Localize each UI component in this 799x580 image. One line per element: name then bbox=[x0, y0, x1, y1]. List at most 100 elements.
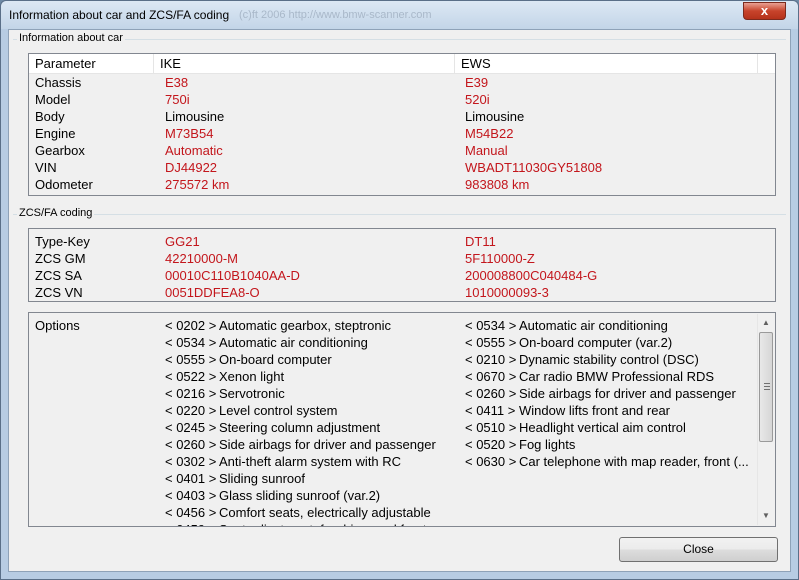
options-list[interactable]: Options < 0202 > Automatic gearbox, stept… bbox=[28, 312, 776, 527]
car-info-ike-value: 275572 km bbox=[165, 177, 230, 192]
options-scrollbar[interactable]: ▲ ▼ bbox=[757, 314, 774, 525]
car-info-param: Odometer bbox=[35, 177, 93, 192]
car-info-ike-value: DJ44922 bbox=[165, 160, 218, 175]
zcs-ews-value: 5F110000-Z bbox=[465, 251, 535, 266]
scroll-thumb[interactable] bbox=[759, 332, 773, 442]
option-code: < 0202 > bbox=[165, 318, 217, 333]
window-title-ghost: (c)ft 2006 http://www.bmw-scanner.com bbox=[239, 9, 432, 21]
zcs-param: ZCS SA bbox=[35, 268, 82, 283]
car-info-ews-value: M54B22 bbox=[465, 126, 514, 141]
car-info-ike-value: M73B54 bbox=[165, 126, 214, 141]
zcs-group-label: ZCS/FA coding bbox=[17, 207, 95, 219]
option-text: Steering column adjustment bbox=[219, 420, 381, 435]
option-code: < 0210 > bbox=[465, 352, 517, 367]
zcs-group-line bbox=[13, 214, 786, 215]
option-item-ews: < 0260 > Side airbags for driver and pass… bbox=[465, 385, 736, 402]
option-code: < 0401 > bbox=[165, 471, 217, 486]
option-text: Seat adjustment, for driver and front p bbox=[219, 522, 437, 526]
option-text: Headlight vertical aim control bbox=[519, 420, 686, 435]
option-item-ike: < 0534 > Automatic air conditioning bbox=[165, 334, 368, 351]
option-text: Sliding sunroof bbox=[219, 471, 305, 486]
title-bar[interactable]: Information about car and ZCS/FA coding … bbox=[1, 1, 798, 29]
option-code: < 0520 > bbox=[465, 437, 517, 452]
option-code: < 0534 > bbox=[165, 335, 217, 350]
zcs-ike-value: 42210000-M bbox=[165, 251, 238, 266]
scroll-grip-line bbox=[764, 389, 770, 390]
car-info-param: Gearbox bbox=[35, 143, 85, 158]
car-info-ike-value: 750i bbox=[165, 92, 190, 107]
option-item-ews: < 0411 > Window lifts front and rear bbox=[465, 402, 670, 419]
option-item-ews: < 0630 > Car telephone with map reader, f… bbox=[465, 453, 749, 470]
option-item-ike: < 0302 > Anti-theft alarm system with RC bbox=[165, 453, 401, 470]
option-code: < 0555 > bbox=[465, 335, 517, 350]
option-code: < 0411 > bbox=[465, 403, 516, 418]
option-code: < 0555 > bbox=[165, 352, 217, 367]
car-info-list[interactable]: Parameter IKE EWS Chassis E38 E39 Model 750i… bbox=[28, 53, 776, 196]
car-info-param: Model bbox=[35, 92, 71, 107]
option-item-ews: < 0510 > Headlight vertical aim control bbox=[465, 419, 686, 436]
option-code: < 0216 > bbox=[165, 386, 217, 401]
option-code: < 0522 > bbox=[165, 369, 217, 384]
car-info-param: VIN bbox=[35, 160, 57, 175]
option-item-ike: < 0456 > Comfort seats, electrically adju… bbox=[165, 504, 431, 521]
option-text: Comfort seats, electrically adjustable bbox=[219, 505, 431, 520]
close-button[interactable]: Close bbox=[619, 537, 778, 562]
option-text: Automatic air conditioning bbox=[219, 335, 368, 350]
column-header-parameter[interactable]: Parameter bbox=[29, 54, 154, 73]
car-info-ike-value: Automatic bbox=[165, 143, 223, 158]
option-code: < 0302 > bbox=[165, 454, 217, 469]
option-item-ews: < 0534 > Automatic air conditioning bbox=[465, 317, 668, 334]
option-code: < 0245 > bbox=[165, 420, 217, 435]
car-info-ike-value: Limousine bbox=[165, 109, 225, 124]
scroll-down-icon[interactable]: ▼ bbox=[758, 507, 774, 524]
option-item-ike: < 0245 > Steering column adjustment bbox=[165, 419, 380, 436]
option-text: Dynamic stability control (DSC) bbox=[519, 352, 699, 367]
zcs-ike-value: GG21 bbox=[165, 234, 200, 249]
scroll-grip-line bbox=[764, 386, 770, 387]
zcs-ews-value: 1010000093-3 bbox=[465, 285, 549, 300]
option-item-ews: < 0670 > Car radio BMW Professional RDS bbox=[465, 368, 714, 385]
option-text: Side airbags for driver and passenger bbox=[219, 437, 436, 452]
option-code: < 0534 > bbox=[465, 318, 517, 333]
option-text: Automatic air conditioning bbox=[519, 318, 668, 333]
car-info-ews-value: Limousine bbox=[465, 109, 525, 124]
option-item-ews: < 0520 > Fog lights bbox=[465, 436, 575, 453]
option-text: On-board computer bbox=[219, 352, 332, 367]
option-text: Car radio BMW Professional RDS bbox=[519, 369, 715, 384]
zcs-ike-value: 00010C110B1040AA-D bbox=[165, 268, 300, 283]
car-info-group-label: Information about car bbox=[17, 32, 125, 44]
dialog-window: Information about car and ZCS/FA coding … bbox=[0, 0, 799, 580]
scroll-up-icon[interactable]: ▲ bbox=[758, 314, 774, 331]
option-code: < 0403 > bbox=[165, 488, 217, 503]
zcs-param: Type-Key bbox=[35, 234, 90, 249]
car-info-ike-value: E38 bbox=[165, 75, 189, 90]
option-code: < 0670 > bbox=[465, 369, 517, 384]
option-item-ike: < 0260 > Side airbags for driver and pass… bbox=[165, 436, 436, 453]
car-info-ews-value: WBADT11030GY51808 bbox=[465, 160, 603, 175]
option-text: Anti-theft alarm system with RC bbox=[219, 454, 402, 469]
car-info-ews-value: E39 bbox=[465, 75, 489, 90]
zcs-list[interactable]: Type-Key GG21 DT11 ZCS GM 42210000-M 5F110000… bbox=[28, 228, 776, 302]
option-code: < 0630 > bbox=[465, 454, 517, 469]
column-header-ike[interactable]: IKE bbox=[154, 54, 455, 73]
zcs-ike-value: 0051DDFEA8-O bbox=[165, 285, 260, 300]
option-item-ike: < 0401 > Sliding sunroof bbox=[165, 470, 305, 487]
zcs-ews-value: 200008800C040484-G bbox=[465, 268, 598, 283]
zcs-ews-value: DT11 bbox=[465, 234, 496, 249]
option-text: Car telephone with map reader, front (..… bbox=[519, 454, 749, 469]
car-info-param: Engine bbox=[35, 126, 76, 141]
option-code: < 0220 > bbox=[165, 403, 217, 418]
car-info-ews-value: 983808 km bbox=[465, 177, 530, 192]
car-info-param: Chassis bbox=[35, 75, 82, 90]
option-text: Fog lights bbox=[519, 437, 576, 452]
option-text: Automatic gearbox, steptronic bbox=[219, 318, 391, 333]
option-code: < 0260 > bbox=[465, 386, 517, 401]
option-text: Window lifts front and rear bbox=[519, 403, 671, 418]
car-info-group-line bbox=[13, 39, 786, 40]
option-code: < 0459 > bbox=[165, 521, 219, 526]
column-header-ews[interactable]: EWS bbox=[455, 54, 758, 73]
option-item-ike: < 0522 > Xenon light bbox=[165, 368, 284, 385]
window-close-icon[interactable]: x bbox=[743, 2, 786, 20]
zcs-param: ZCS VN bbox=[35, 285, 83, 300]
option-code: < 0510 > bbox=[465, 420, 517, 435]
